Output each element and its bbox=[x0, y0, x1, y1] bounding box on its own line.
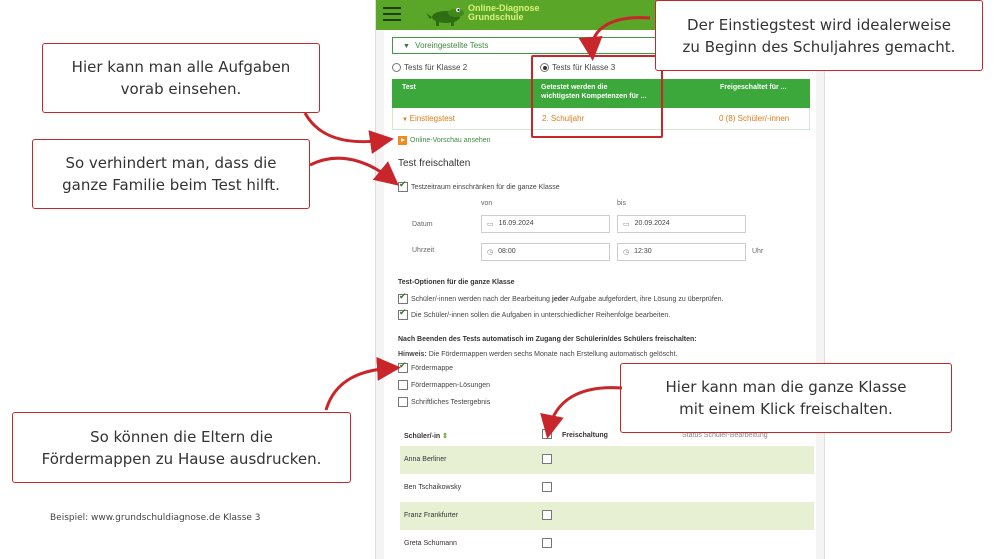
annotation-arrows bbox=[303, 16, 651, 439]
arrow-to-table bbox=[578, 16, 651, 61]
arrow-to-foerdermappe bbox=[324, 356, 401, 411]
arrow-to-restrict bbox=[309, 156, 399, 186]
arrow-to-select-all bbox=[540, 386, 623, 439]
arrow-to-preview bbox=[303, 112, 394, 154]
